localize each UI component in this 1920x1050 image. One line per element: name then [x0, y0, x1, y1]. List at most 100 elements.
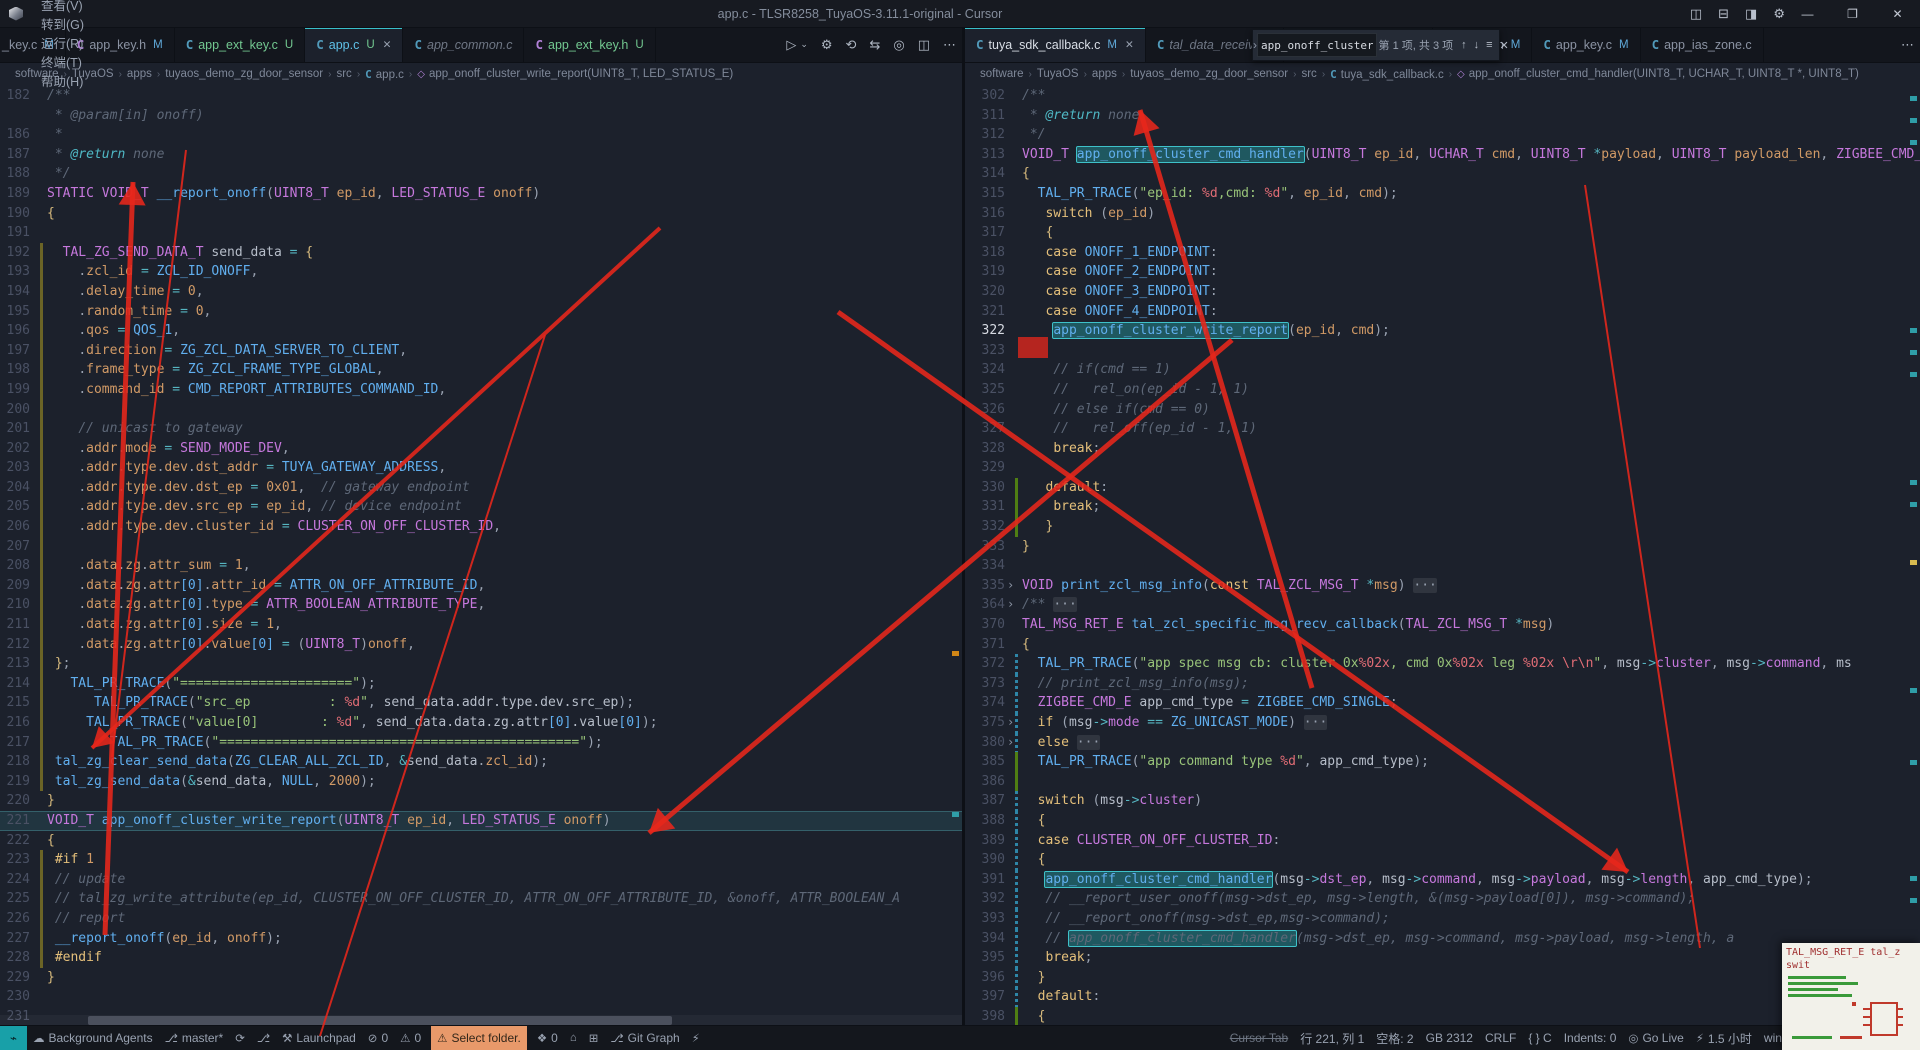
git-change-bar	[1015, 752, 1018, 772]
settings-gear-icon[interactable]: ⚙	[821, 37, 833, 53]
overview-ruler-right[interactable]	[1908, 84, 1920, 1026]
status-item-git-graph[interactable]: ⎇ Git Graph	[604, 1026, 685, 1050]
status-item-crlf[interactable]: CRLF	[1479, 1026, 1522, 1050]
status-item[interactable]: ⟳	[229, 1026, 251, 1050]
tab-app_ias_zone.c[interactable]: Capp_ias_zone.c	[1640, 27, 1764, 62]
token: UINT8_T	[1530, 146, 1586, 162]
floating-preview-window[interactable]: TAL_MSG_RET_E tal_z swit	[1782, 943, 1920, 1050]
tab-app_ext_key.h[interactable]: Capp_ext_key.h U	[524, 27, 656, 62]
tab-close-icon[interactable]: ✕	[383, 39, 392, 51]
scrollbar-slider[interactable]	[88, 1016, 672, 1025]
breadcrumb-item[interactable]: Capp.c	[365, 68, 404, 81]
more-actions-icon[interactable]: ⋯	[943, 37, 956, 53]
settings-gear-icon[interactable]: ⚙	[1773, 6, 1785, 22]
line-number: 322	[981, 323, 1005, 339]
status-icon: ☁	[33, 1033, 45, 1045]
status-item-----2[interactable]: 空格: 2	[1370, 1026, 1419, 1050]
editor-pane-left[interactable]: _key.c M Capp_key.h M Capp_ext_key.c U Capp.c U…	[0, 27, 962, 1026]
menu-item-转[interactable]: 转到(G)	[33, 14, 92, 33]
status-item-----c[interactable]: { } C	[1522, 1026, 1557, 1050]
compare-icon[interactable]: ⇆	[869, 37, 880, 53]
maximize-button[interactable]: ❐	[1830, 0, 1875, 27]
status-item-launchpad[interactable]: ⚒ Launchpad	[276, 1026, 362, 1050]
code-text: // if(cmd == 1)	[1022, 360, 1920, 380]
chevron-down-icon[interactable]: ⌄	[800, 39, 808, 50]
status-item-1-5---[interactable]: ⚡ 1.5 小时	[1690, 1026, 1758, 1050]
fold-chevron-icon[interactable]: ›	[1007, 733, 1014, 753]
token: UINT8_T	[344, 812, 400, 828]
breadcrumb-item[interactable]: TuyaOS	[1037, 68, 1079, 80]
tab-app_common.c[interactable]: Capp_common.c	[403, 27, 525, 62]
status-item[interactable]: ⊞	[583, 1026, 605, 1050]
breadcrumb-item[interactable]: src	[336, 68, 351, 80]
status-item-background-agents[interactable]: ☁ Background Agents	[27, 1026, 159, 1050]
fold-chevron-icon[interactable]: ›	[1007, 576, 1014, 596]
previous-match-icon[interactable]: ↑	[1461, 39, 1467, 52]
status-item[interactable]: ⌁	[0, 1026, 27, 1050]
toggle-panel-icon[interactable]: ⊟	[1718, 6, 1729, 22]
status-item-master-[interactable]: ⎇ master*	[159, 1026, 230, 1050]
code-editor-left[interactable]: 182/** * @param[in] onoff) 186 * 187 * @re…	[0, 84, 962, 1026]
tab-app_key.c[interactable]: Capp_key.c M	[1532, 27, 1641, 62]
breadcrumb-item[interactable]: tuyaos_demo_zg_door_sensor	[1130, 68, 1288, 80]
token: VOID	[1022, 577, 1054, 593]
status-item-cursor-tab[interactable]: Cursor Tab	[1224, 1026, 1294, 1050]
menu-item-终[interactable]: 终端(T)	[33, 52, 92, 71]
overview-ruler-left[interactable]	[950, 84, 962, 1026]
run-button[interactable]: ▷	[786, 37, 796, 53]
breadcrumb-item[interactable]: software	[980, 68, 1023, 80]
status-item-0[interactable]: ⚠ 0	[394, 1026, 427, 1050]
breadcrumb-item[interactable]: tuyaos_demo_zg_door_sensor	[165, 68, 323, 80]
status-item[interactable]: ⎇	[251, 1026, 276, 1050]
split-editor-icon[interactable]: ◫	[1690, 6, 1702, 22]
minimize-button[interactable]: —	[1785, 0, 1830, 27]
editor-pane-right[interactable]: Ctuya_sdk_callback.c M ✕ Ctal_data_receive.…	[965, 27, 1920, 1026]
tab-app_ext_key.c[interactable]: Capp_ext_key.c U	[174, 27, 306, 62]
breadcrumb-item[interactable]: Ctuya_sdk_callback.c	[1330, 68, 1444, 81]
token: // __report_user_onoff(msg->dst_ep, msg-…	[1045, 891, 1696, 907]
git-change-bar	[40, 869, 43, 890]
breadcrumb-item[interactable]: src	[1301, 68, 1316, 80]
fold-chevron-icon[interactable]: ›	[1007, 595, 1014, 615]
breadcrumb-item[interactable]: ◇ app_onoff_cluster_cmd_handler(UINT8_T, …	[1457, 68, 1859, 80]
status-item-0[interactable]: ⊘ 0	[362, 1026, 394, 1050]
history-icon[interactable]: ⟲	[846, 37, 857, 53]
status-item---221----1[interactable]: 行 221, 列 1	[1294, 1026, 1370, 1050]
split-editor-icon[interactable]: ◫	[918, 37, 930, 53]
code-editor-right[interactable]: 302/** 311 * @return none 312 */313 VOID_T …	[965, 84, 1920, 1026]
status-item-indents--0[interactable]: Indents: 0	[1558, 1026, 1623, 1050]
pane-divider[interactable]	[962, 27, 965, 1026]
close-button[interactable]: ✕	[1875, 0, 1920, 27]
toggle-sidebar-icon[interactable]: ◨	[1745, 6, 1757, 22]
fold-chevron-icon[interactable]: ›	[1007, 713, 1014, 733]
menu-item-查[interactable]: 查看(V)	[33, 0, 92, 14]
status-item-gb-2312[interactable]: GB 2312	[1420, 1026, 1479, 1050]
target-icon[interactable]: ◎	[893, 37, 904, 53]
tab-app.c[interactable]: Capp.c U ✕	[305, 27, 404, 62]
breadcrumb-item[interactable]: apps	[1092, 68, 1117, 80]
tab-close-icon[interactable]: ✕	[1125, 39, 1134, 51]
run-button[interactable]: ⋯	[1901, 37, 1914, 53]
status-item[interactable]: ⚡	[686, 1026, 706, 1050]
status-item-0[interactable]: ❖ 0	[531, 1026, 564, 1050]
menu-item-运[interactable]: 运行(R)	[33, 33, 92, 52]
breadcrumb-item[interactable]: ◇ app_onoff_cluster_write_report(UINT8_T,…	[417, 68, 733, 80]
code-line: 312 */	[965, 125, 1920, 145]
breadcrumb-item[interactable]: apps	[127, 68, 152, 80]
close-icon[interactable]: ✕	[1500, 39, 1509, 52]
code-text: // __report_onoff(msg->dst_ep,msg->comma…	[1022, 909, 1920, 929]
status-item[interactable]: ⌂	[564, 1026, 583, 1050]
next-match-icon[interactable]: ↓	[1474, 39, 1480, 52]
token: "value[0] :	[187, 715, 337, 730]
find-in-selection-icon[interactable]: ≡	[1486, 39, 1492, 52]
token: msg	[1382, 871, 1406, 887]
status-item-select-folder-[interactable]: ⚠ Select folder.	[431, 1026, 527, 1050]
menu-item-帮[interactable]: 帮助(H)	[33, 71, 92, 90]
status-item-go-live[interactable]: ◎ Go Live	[1622, 1026, 1689, 1050]
tab-tuya_sdk_callback.c[interactable]: Ctuya_sdk_callback.c M ✕	[965, 27, 1146, 62]
token: "ep_id:	[1139, 185, 1203, 201]
find-input[interactable]	[1257, 33, 1377, 57]
